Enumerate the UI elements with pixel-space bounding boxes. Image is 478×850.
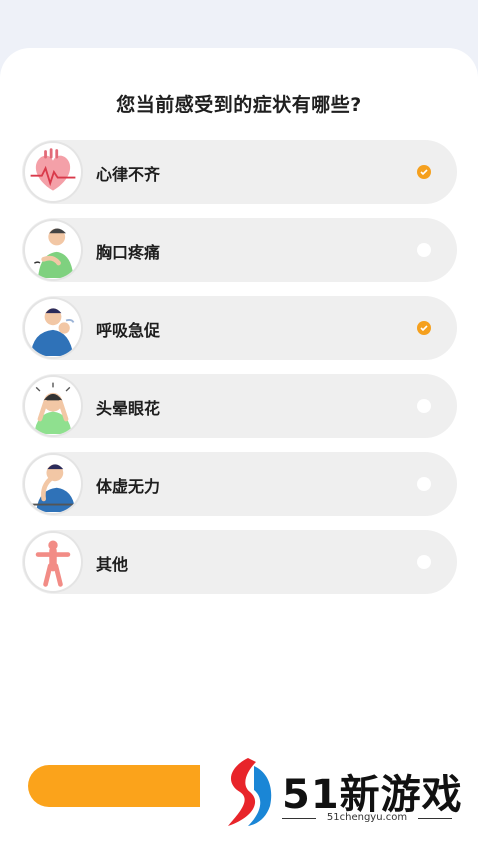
- symptom-card: 您当前感受到的症状有哪些? 心律不齐 胸口疼痛 呼吸急促 头晕眼花 体虚无力 其…: [0, 48, 478, 850]
- dizzy-icon: [23, 375, 83, 437]
- unchecked-radio-icon[interactable]: [417, 243, 431, 257]
- unchecked-radio-icon[interactable]: [417, 399, 431, 413]
- checked-radio-icon[interactable]: [417, 321, 431, 335]
- option-arrhythmia[interactable]: 心律不齐: [22, 140, 457, 204]
- weak-icon: [23, 453, 83, 515]
- unchecked-radio-icon[interactable]: [417, 477, 431, 491]
- option-shortness-of-breath[interactable]: 呼吸急促: [22, 296, 457, 360]
- watermark-logo-icon: [228, 758, 272, 826]
- heart-icon: [23, 141, 83, 203]
- option-label: 胸口疼痛: [96, 243, 161, 262]
- question-title: 您当前感受到的症状有哪些?: [116, 94, 362, 116]
- unchecked-radio-icon[interactable]: [417, 555, 431, 569]
- option-other[interactable]: 其他: [22, 530, 457, 594]
- breathing-icon: [23, 297, 83, 359]
- option-weakness[interactable]: 体虚无力: [22, 452, 457, 516]
- option-label: 体虚无力: [96, 477, 161, 496]
- option-label: 其他: [96, 555, 129, 574]
- watermark-url: 51chengyu.com: [282, 812, 452, 823]
- option-label: 头晕眼花: [96, 399, 161, 418]
- option-label: 呼吸急促: [96, 321, 161, 340]
- option-dizziness[interactable]: 头晕眼花: [22, 374, 457, 438]
- chest-pain-icon: [23, 219, 83, 281]
- watermark: 51新游戏 51chengyu.com: [218, 754, 462, 830]
- submit-button[interactable]: [28, 765, 200, 807]
- option-label: 心律不齐: [96, 165, 161, 184]
- checked-radio-icon[interactable]: [417, 165, 431, 179]
- body-icon: [23, 531, 83, 593]
- option-chest-pain[interactable]: 胸口疼痛: [22, 218, 457, 282]
